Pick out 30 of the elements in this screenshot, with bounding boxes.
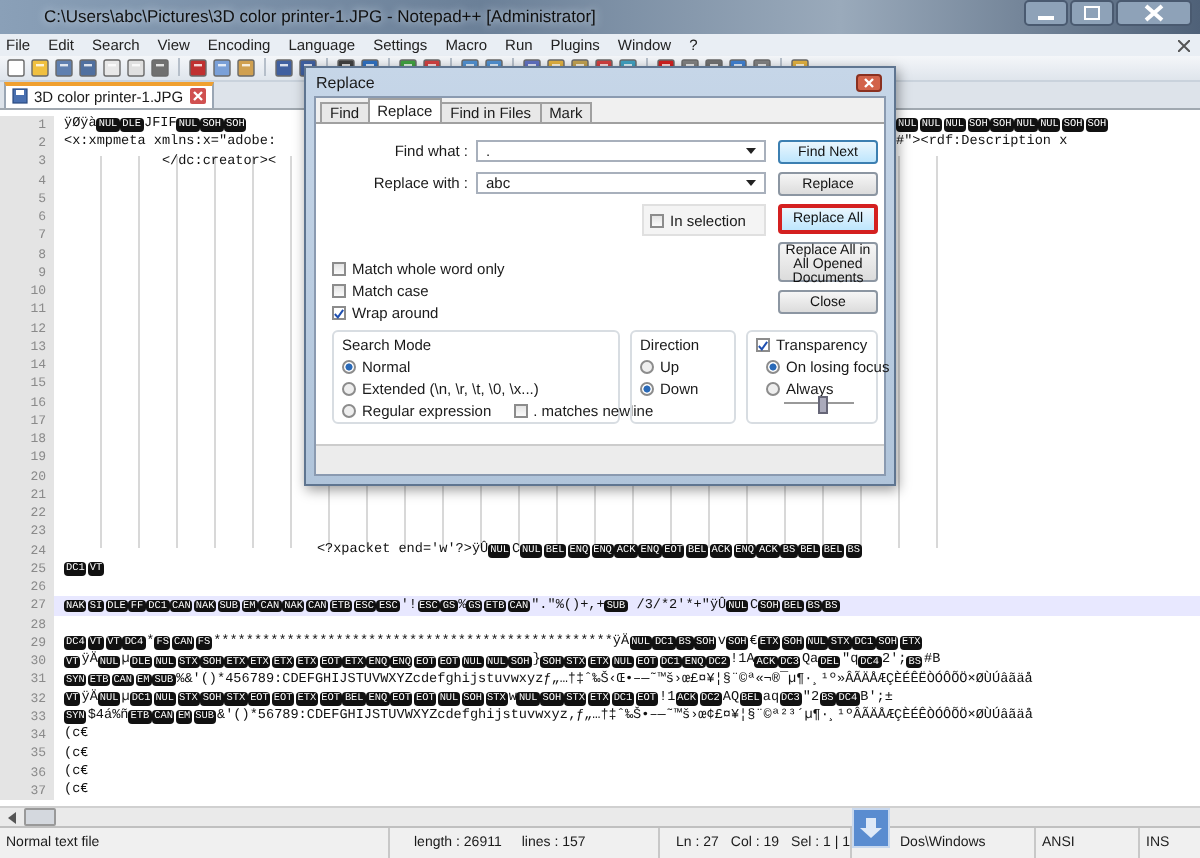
radio-button[interactable] — [342, 404, 356, 418]
checkbox[interactable] — [650, 213, 664, 227]
dropdown-arrow-icon[interactable] — [746, 148, 756, 154]
close-icon[interactable] — [1178, 39, 1190, 52]
horizontal-scrollbar[interactable] — [0, 806, 1200, 827]
transparency-slider[interactable] — [784, 402, 854, 414]
close-icon[interactable] — [856, 73, 882, 91]
radio-button[interactable] — [766, 382, 780, 396]
dialog-title: Replace — [316, 73, 375, 91]
page-icon[interactable] — [6, 57, 26, 78]
checkbox[interactable] — [756, 338, 770, 352]
maximize-icon[interactable] — [1070, 0, 1114, 26]
left-arrow-icon[interactable] — [6, 811, 18, 824]
minimize-icon[interactable] — [1024, 0, 1068, 26]
checkbox[interactable] — [332, 306, 346, 320]
page-icon[interactable] — [102, 57, 122, 78]
radio-button[interactable] — [640, 360, 654, 374]
radio-button[interactable] — [342, 360, 356, 374]
scrollbar-thumb[interactable] — [24, 808, 56, 827]
checkbox[interactable] — [332, 284, 346, 298]
window-title: C:\Users\abc\Pictures\3D color printer-1.JPG - Notepad++ [Administrator] — [44, 6, 596, 27]
checkbox[interactable] — [513, 404, 528, 418]
pages-icon[interactable] — [126, 57, 146, 78]
radio-button[interactable] — [640, 382, 654, 396]
checkbox[interactable] — [332, 262, 346, 276]
close-icon[interactable] — [1116, 0, 1192, 26]
dropdown-arrow-icon[interactable] — [746, 180, 756, 186]
slider-thumb[interactable] — [818, 396, 829, 414]
radio-button[interactable] — [766, 360, 780, 374]
radio-button[interactable] — [342, 382, 356, 396]
